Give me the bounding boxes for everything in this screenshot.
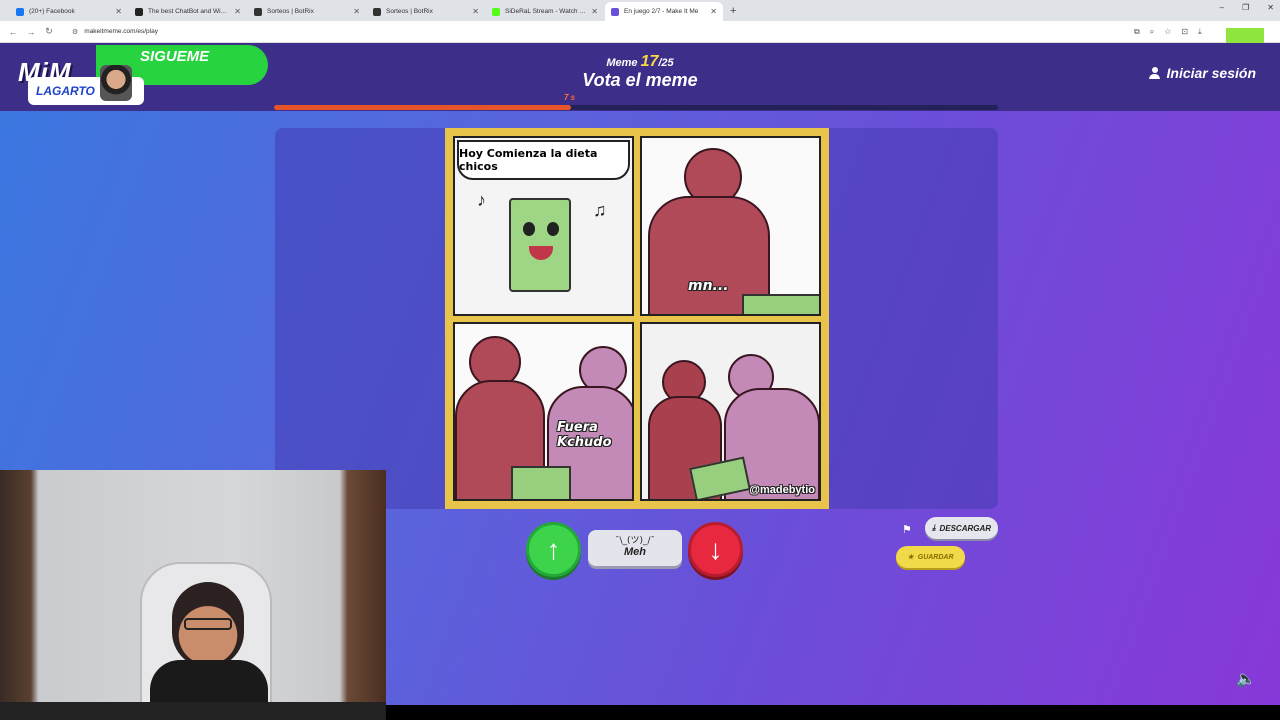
botrix-favicon-icon	[373, 7, 381, 16]
tab-title: The best ChatBot and Widgets	[148, 8, 231, 15]
upvote-button[interactable]: ↑	[526, 522, 581, 577]
bookmark-star-icon[interactable]: ☆	[1164, 27, 1171, 37]
browser-tab[interactable]: SiDeRaL Stream - Watch Live o ✕	[486, 2, 604, 21]
star-icon: ★	[907, 554, 914, 561]
maximize-button[interactable]: ❐	[1242, 3, 1249, 12]
report-flag-icon[interactable]: ⚑	[902, 523, 912, 536]
eye-shape	[523, 222, 535, 236]
meh-button[interactable]: ¯\_(ツ)_/¯ Meh	[588, 530, 682, 566]
download-icon: ⤓	[931, 523, 936, 532]
meme-counter-total: /25	[658, 57, 674, 69]
music-note-icon: ♫	[593, 200, 607, 220]
extensions-icon[interactable]: ⊡	[1181, 27, 1188, 37]
url-field[interactable]: ⚙ makeitmeme.com/es/play	[66, 24, 1116, 40]
tab-title: Sorteos | BotRix	[386, 8, 433, 15]
green-box-character	[509, 198, 571, 292]
download-icon[interactable]: ⤓	[1198, 27, 1202, 37]
bottom-strip	[386, 705, 1280, 720]
browser-tab[interactable]: (20+) Facebook ✕	[10, 2, 128, 21]
address-bar: ← → ↻ ⚙ makeitmeme.com/es/play ⧉ ⌕ ☆ ⊡ ⤓	[0, 21, 1280, 43]
meme-panel-1: Hoy Comienza la dieta chicos ♪ ♫	[453, 136, 634, 316]
meme-watermark: @madebytio	[749, 484, 815, 496]
tab-title: (20+) Facebook	[29, 8, 75, 15]
zoom-icon[interactable]: ⌕	[1150, 27, 1154, 37]
downvote-button[interactable]: ↓	[688, 522, 743, 577]
browser-tab[interactable]: Sorteos | BotRix ✕	[248, 2, 366, 21]
save-button[interactable]: ★ GUARDAR	[896, 546, 965, 568]
browser-tab[interactable]: The best ChatBot and Widgets ✕	[129, 2, 247, 21]
timer-bar-fill	[274, 105, 571, 110]
reload-icon[interactable]: ↻	[40, 26, 58, 37]
meme-counter-current: 17	[640, 53, 659, 70]
browser-tab[interactable]: Sorteos | BotRix ✕	[367, 2, 485, 21]
toolbar-icons: ⧉ ⌕ ☆ ⊡ ⤓	[1134, 27, 1202, 37]
login-button[interactable]: Iniciar sesión	[1148, 65, 1256, 81]
facebook-favicon-icon	[16, 7, 24, 16]
desk-edge	[0, 702, 386, 720]
music-note-icon: ♪	[477, 190, 486, 210]
webcam-overlay	[0, 470, 386, 720]
kick-favicon-icon	[492, 7, 500, 16]
meme-panel-4: @madebytio	[640, 321, 821, 501]
meme-image: Hoy Comienza la dieta chicos ♪ ♫ mn... F…	[445, 128, 829, 509]
mouth-shape	[529, 246, 553, 260]
meme-grid: Hoy Comienza la dieta chicos ♪ ♫ mn... F…	[453, 136, 821, 501]
back-icon[interactable]: ←	[4, 27, 22, 37]
download-button[interactable]: ⤓ DESCARGAR	[925, 517, 998, 539]
tab-title: En juego 2/7 - Make It Me	[624, 8, 699, 15]
glasses-shape	[184, 618, 232, 630]
save-label: GUARDAR	[917, 553, 954, 561]
meme-panel-2: mn...	[640, 136, 821, 316]
botrix-favicon-icon	[254, 7, 262, 16]
meme-counter-label: Meme	[606, 57, 638, 69]
meme-panel-3: Fuera Kchudo	[453, 321, 634, 501]
tab-title: Sorteos | BotRix	[267, 8, 314, 15]
install-app-icon[interactable]: ⧉	[1134, 27, 1140, 37]
new-tab-button[interactable]: +	[730, 2, 736, 21]
arrow-down-icon: ↓	[708, 533, 723, 565]
green-box-shape	[742, 294, 819, 314]
eye-shape	[547, 222, 559, 236]
tab-close-icon[interactable]: ✕	[472, 7, 479, 16]
forward-icon[interactable]: →	[22, 27, 40, 37]
meme-caption: Fuera Kchudo	[557, 419, 612, 450]
green-box-shape	[511, 465, 571, 500]
tab-close-icon[interactable]: ✕	[234, 7, 241, 16]
url-text: makeitmeme.com/es/play	[84, 28, 158, 35]
login-label: Iniciar sesión	[1166, 65, 1256, 81]
page-title: Vota el meme	[582, 70, 698, 90]
timer-label: 7 s	[564, 93, 576, 102]
shrug-face: ¯\_(ツ)_/¯	[614, 536, 656, 546]
tab-close-icon[interactable]: ✕	[710, 7, 717, 16]
meme-caption: mn...	[688, 278, 729, 294]
chatbot-favicon-icon	[135, 7, 143, 16]
browser-tab-active[interactable]: En juego 2/7 - Make It Me ✕	[605, 2, 723, 21]
tab-close-icon[interactable]: ✕	[591, 7, 598, 16]
game-header: MiM SIGUEME LAGARTO Meme 17/25 Vota el m…	[0, 43, 1280, 111]
download-label: DESCARGAR	[939, 523, 992, 533]
timer-bar	[274, 105, 998, 110]
window-controls: – ❐ ✕	[1220, 3, 1274, 12]
site-info-icon[interactable]: ⚙	[72, 28, 78, 36]
tab-close-icon[interactable]: ✕	[353, 7, 360, 16]
user-icon	[1148, 66, 1160, 80]
speech-bubble: Hoy Comienza la dieta chicos	[457, 140, 630, 180]
arrow-up-icon: ↑	[546, 533, 561, 565]
meh-label: Meh	[624, 546, 646, 558]
minimize-button[interactable]: –	[1220, 3, 1224, 12]
tab-title: SiDeRaL Stream - Watch Live o	[505, 8, 588, 15]
browser-tabbar: (20+) Facebook ✕ The best ChatBot and Wi…	[0, 0, 1280, 21]
speaker-icon[interactable]: 🔈	[1236, 669, 1256, 689]
makeitmeme-favicon-icon	[611, 7, 619, 16]
close-window-button[interactable]: ✕	[1267, 3, 1274, 12]
meme-counter: Meme 17/25	[0, 53, 1280, 71]
tab-close-icon[interactable]: ✕	[115, 7, 122, 16]
